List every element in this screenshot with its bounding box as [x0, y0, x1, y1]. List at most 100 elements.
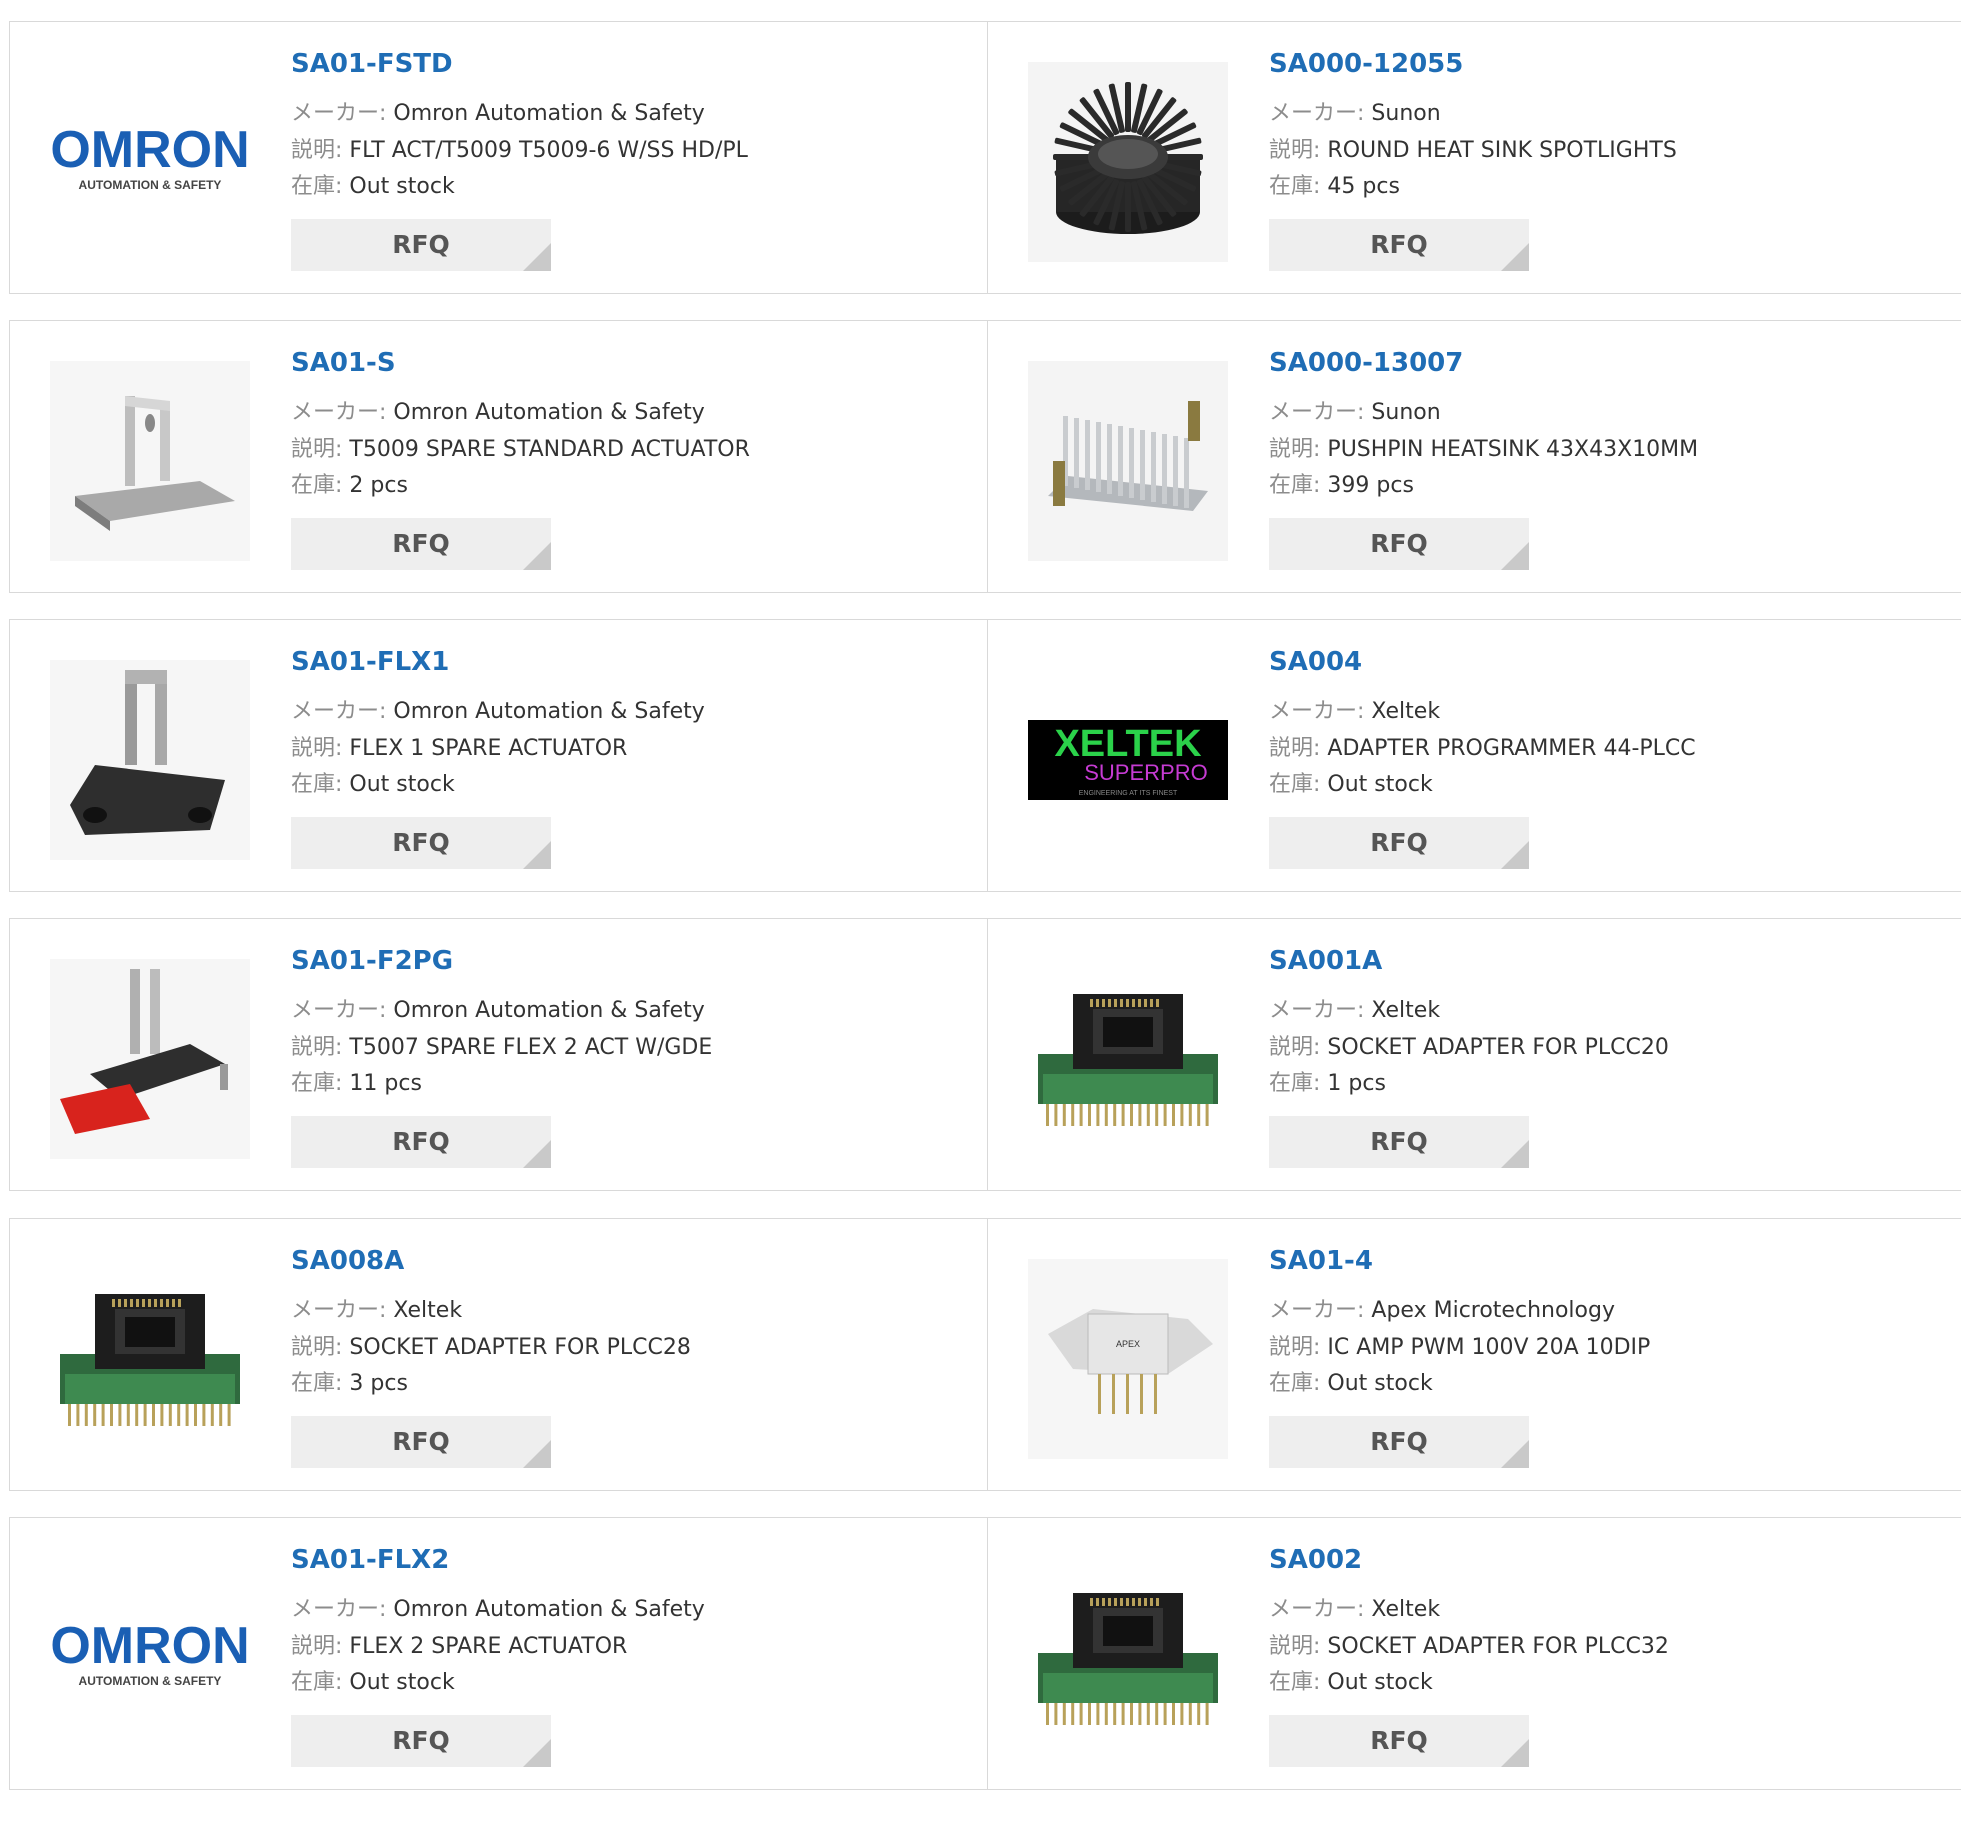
product-info: SA01-S メーカー: Omron Automation & Safety 説…	[291, 349, 977, 570]
description-label: 説明:	[291, 436, 343, 462]
rfq-button[interactable]: RFQ	[291, 1415, 551, 1468]
stock-field: 在庫: Out stock	[1269, 1665, 1958, 1702]
part-number-link[interactable]: SA01-FLX2	[291, 1546, 977, 1574]
maker-label: メーカー:	[291, 998, 387, 1023]
part-number-link[interactable]: SA000-12055	[1269, 50, 1958, 78]
part-number-link[interactable]: SA000-13007	[1269, 349, 1958, 377]
maker-value: Sunon	[1371, 400, 1441, 425]
part-number-link[interactable]: SA01-F2PG	[291, 947, 977, 975]
product-info: SA01-4 メーカー: Apex Microtechnology 説明: IC…	[1269, 1247, 1958, 1468]
stock-label: 在庫:	[1269, 1371, 1321, 1396]
stock-field: 在庫: Out stock	[1269, 767, 1958, 804]
rfq-label: RFQ	[392, 529, 450, 558]
stock-label: 在庫:	[1269, 772, 1321, 797]
corner-fold-icon	[523, 840, 551, 869]
product-image[interactable]: OMRON AUTOMATION & SAFETY	[50, 1558, 250, 1758]
rfq-button[interactable]: RFQ	[291, 1115, 551, 1168]
product-image[interactable]	[50, 361, 250, 561]
product-card: OMRON AUTOMATION & SAFETY SA01-FSTD メーカー…	[10, 22, 988, 293]
part-number-link[interactable]: SA01-S	[291, 349, 977, 377]
product-image[interactable]	[1028, 361, 1228, 561]
maker-field: メーカー: Apex Microtechnology	[1269, 1293, 1958, 1330]
description-value: FLEX 2 SPARE ACTUATOR	[349, 1633, 628, 1659]
stock-field: 在庫: Out stock	[291, 169, 977, 206]
stock-label: 在庫:	[291, 1670, 343, 1695]
part-number-link[interactable]: SA01-4	[1269, 1247, 1958, 1275]
part-number-link[interactable]: SA001A	[1269, 947, 1958, 975]
rfq-button[interactable]: RFQ	[1269, 1415, 1529, 1468]
stock-label: 在庫:	[1269, 1071, 1321, 1096]
product-image[interactable]: APEX	[1028, 1259, 1228, 1459]
rfq-button[interactable]: RFQ	[291, 816, 551, 869]
corner-fold-icon	[523, 1738, 551, 1767]
rfq-label: RFQ	[1370, 1127, 1428, 1156]
maker-field: メーカー: Omron Automation & Safety	[291, 96, 977, 133]
description-value: PUSHPIN HEATSINK 43X43X10MM	[1327, 436, 1699, 462]
maker-field: メーカー: Xeltek	[291, 1293, 977, 1330]
rfq-button[interactable]: RFQ	[1269, 1714, 1529, 1767]
rfq-button[interactable]: RFQ	[291, 517, 551, 570]
pushpin-heatsink-icon	[1028, 361, 1228, 561]
maker-label: メーカー:	[1269, 1597, 1365, 1622]
description-field: 説明: FLEX 2 SPARE ACTUATOR	[291, 1629, 977, 1666]
product-image[interactable]: OMRON AUTOMATION & SAFETY	[50, 62, 250, 262]
part-number-link[interactable]: SA01-FSTD	[291, 50, 977, 78]
omron-logo-icon: OMRON AUTOMATION & SAFETY	[50, 1613, 250, 1703]
product-image[interactable]	[1028, 959, 1228, 1159]
rfq-button[interactable]: RFQ	[1269, 517, 1529, 570]
part-number-link[interactable]: SA01-FLX1	[291, 648, 977, 676]
product-card: SA008A メーカー: Xeltek 説明: SOCKET ADAPTER F…	[10, 1219, 988, 1490]
product-card: OMRON AUTOMATION & SAFETY SA01-FLX2 メーカー…	[10, 1518, 988, 1789]
stock-field: 在庫: 2 pcs	[291, 468, 977, 505]
svg-text:OMRON: OMRON	[50, 1617, 249, 1675]
description-field: 説明: T5009 SPARE STANDARD ACTUATOR	[291, 432, 977, 469]
corner-fold-icon	[1501, 1139, 1529, 1168]
svg-text:OMRON: OMRON	[50, 121, 249, 179]
part-number-link[interactable]: SA008A	[291, 1247, 977, 1275]
rfq-button[interactable]: RFQ	[1269, 218, 1529, 271]
socket-adapter-icon	[1028, 1558, 1228, 1758]
product-row: SA01-S メーカー: Omron Automation & Safety 説…	[9, 320, 1961, 593]
stock-label: 在庫:	[1269, 1670, 1321, 1695]
socket-adapter-icon	[1028, 959, 1228, 1159]
product-image[interactable]	[50, 1259, 250, 1459]
stock-field: 在庫: 11 pcs	[291, 1066, 977, 1103]
maker-label: メーカー:	[291, 101, 387, 126]
description-label: 説明:	[291, 735, 343, 761]
svg-text:AUTOMATION & SAFETY: AUTOMATION & SAFETY	[79, 178, 222, 192]
rfq-button[interactable]: RFQ	[1269, 816, 1529, 869]
part-number-link[interactable]: SA004	[1269, 648, 1958, 676]
description-field: 説明: PUSHPIN HEATSINK 43X43X10MM	[1269, 432, 1958, 469]
description-value: ADAPTER PROGRAMMER 44-PLCC	[1327, 735, 1696, 761]
maker-value: Sunon	[1371, 101, 1441, 126]
rfq-button[interactable]: RFQ	[1269, 1115, 1529, 1168]
product-image[interactable]	[1028, 1558, 1228, 1758]
socket-adapter-icon	[50, 1259, 250, 1459]
product-image[interactable]	[1028, 62, 1228, 262]
description-label: 説明:	[1269, 1034, 1321, 1060]
description-field: 説明: SOCKET ADAPTER FOR PLCC28	[291, 1330, 977, 1367]
product-card: SA002 メーカー: Xeltek 説明: SOCKET ADAPTER FO…	[988, 1518, 1961, 1789]
product-card: SA000-12055 メーカー: Sunon 説明: ROUND HEAT S…	[988, 22, 1961, 293]
part-number-link[interactable]: SA002	[1269, 1546, 1958, 1574]
rfq-label: RFQ	[392, 828, 450, 857]
maker-value: Omron Automation & Safety	[393, 400, 705, 425]
rfq-button[interactable]: RFQ	[291, 218, 551, 271]
stock-field: 在庫: 399 pcs	[1269, 468, 1958, 505]
maker-value: Omron Automation & Safety	[393, 101, 705, 126]
product-info: SA01-F2PG メーカー: Omron Automation & Safet…	[291, 947, 977, 1168]
maker-field: メーカー: Sunon	[1269, 395, 1958, 432]
product-info: SA008A メーカー: Xeltek 説明: SOCKET ADAPTER F…	[291, 1247, 977, 1468]
description-field: 説明: FLT ACT/T5009 T5009-6 W/SS HD/PL	[291, 133, 977, 170]
rfq-button[interactable]: RFQ	[291, 1714, 551, 1767]
product-card: XELTEK SUPERPRO ENGINEERING AT ITS FINES…	[988, 620, 1961, 891]
stock-value: 45 pcs	[1327, 174, 1400, 199]
description-field: 説明: ADAPTER PROGRAMMER 44-PLCC	[1269, 731, 1958, 768]
product-image[interactable]	[50, 959, 250, 1159]
product-info: SA002 メーカー: Xeltek 説明: SOCKET ADAPTER FO…	[1269, 1546, 1958, 1767]
product-image[interactable]	[50, 660, 250, 860]
maker-label: メーカー:	[1269, 101, 1365, 126]
round-heatsink-icon	[1028, 62, 1228, 262]
product-image[interactable]: XELTEK SUPERPRO ENGINEERING AT ITS FINES…	[1028, 660, 1228, 860]
corner-fold-icon	[1501, 840, 1529, 869]
